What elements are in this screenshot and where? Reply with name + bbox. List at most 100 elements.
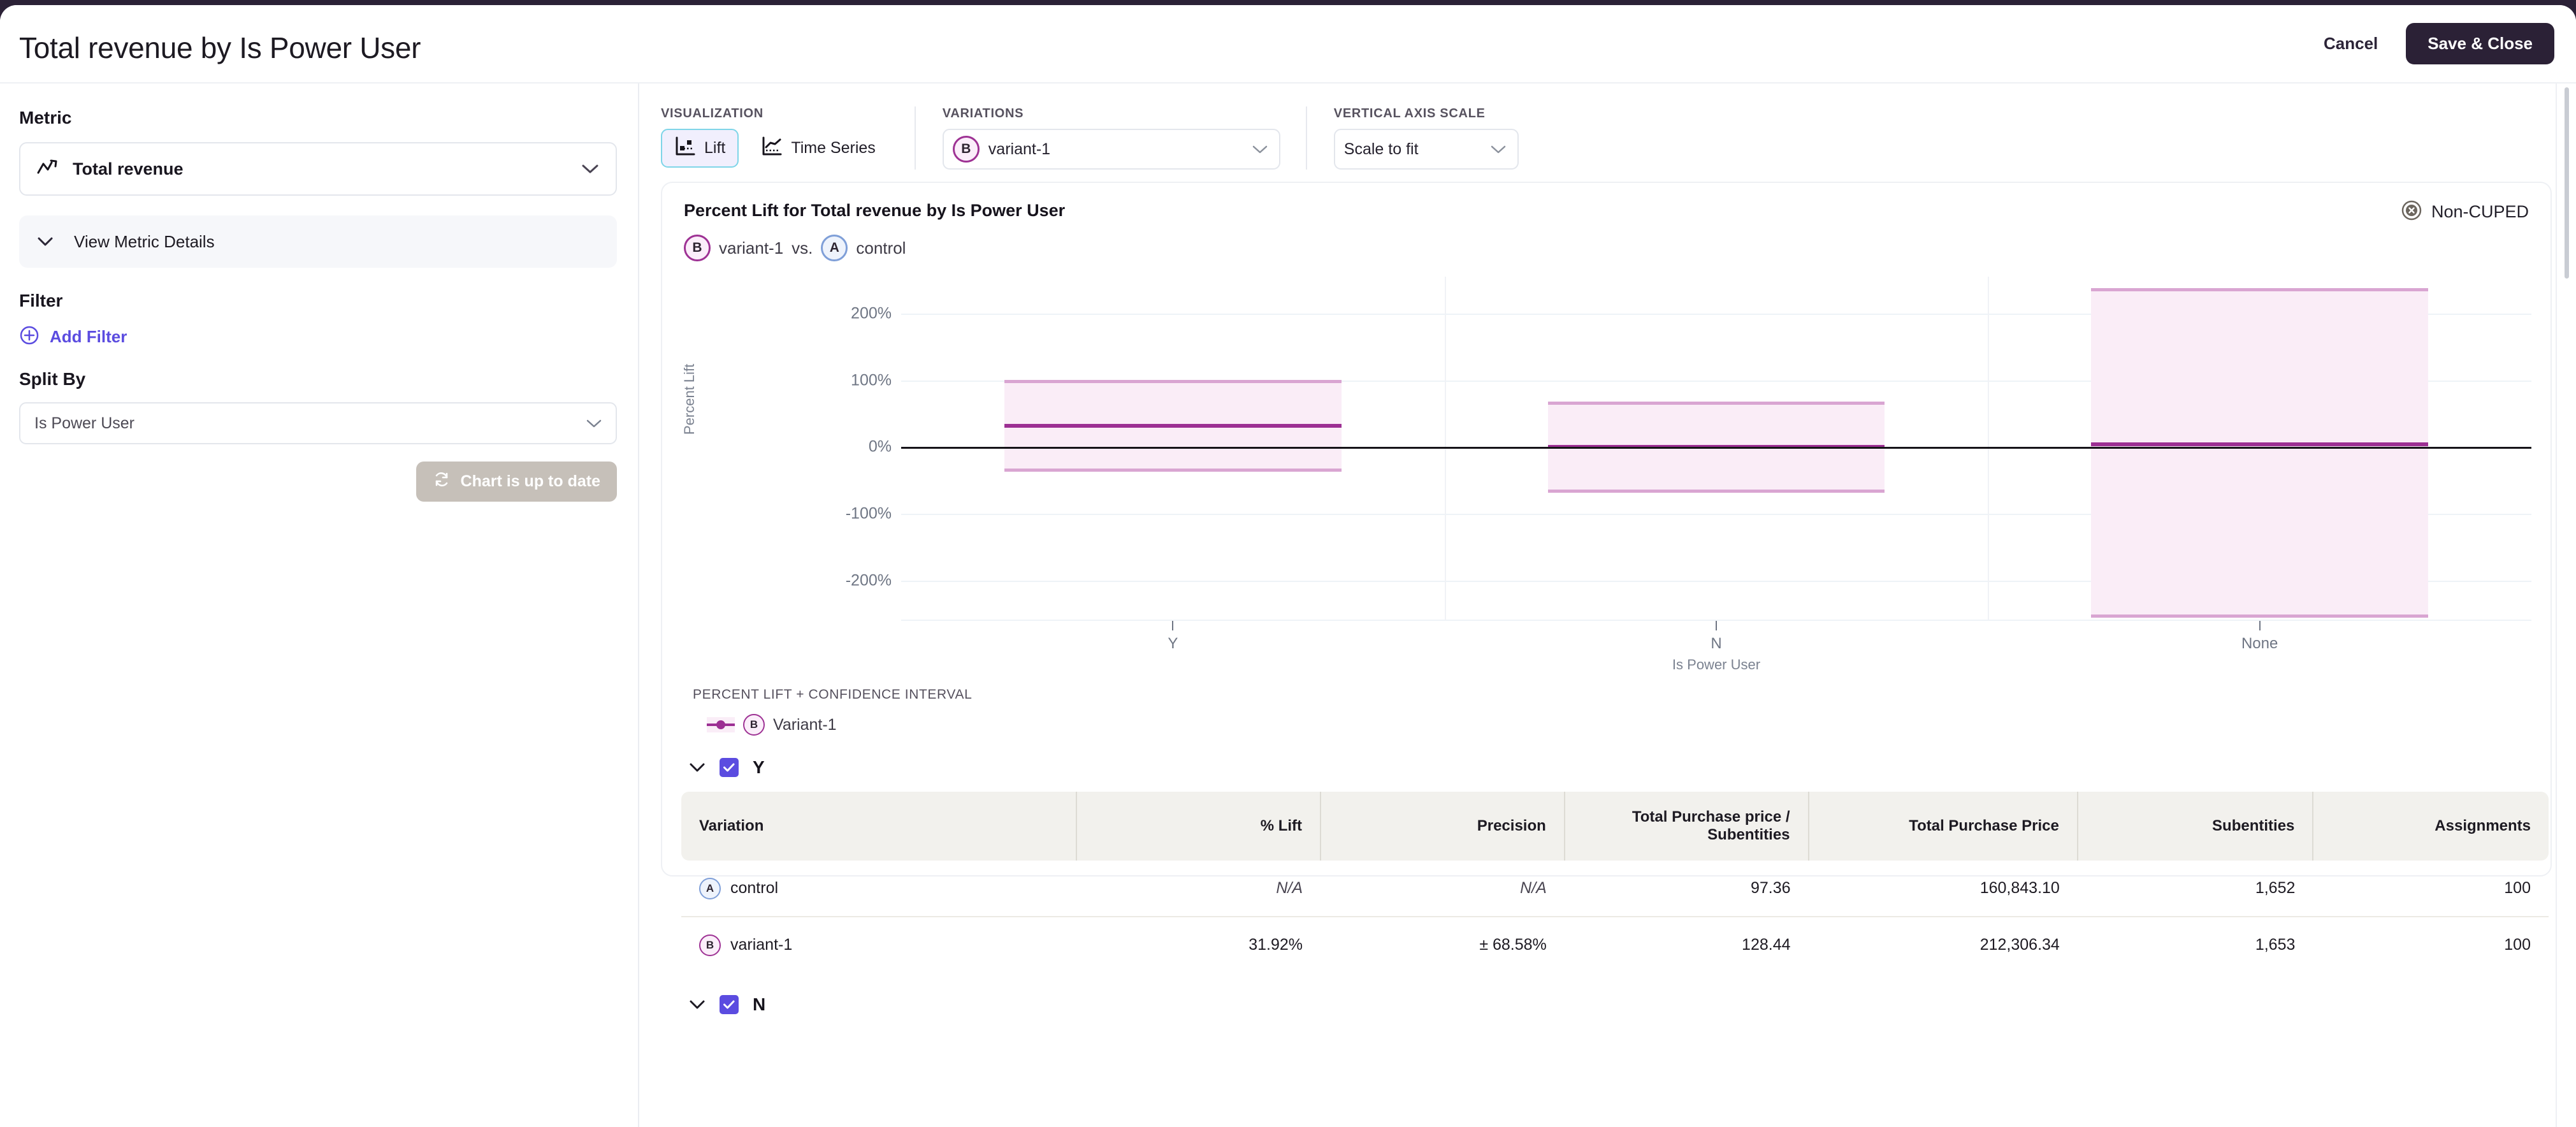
top-bar: Total revenue by Is Power User Cancel Sa…	[0, 5, 2576, 84]
metric-select[interactable]: Total revenue	[19, 142, 617, 196]
save-and-close-button[interactable]: Save & Close	[2406, 23, 2554, 64]
body: Metric Total revenue View Metric Deta	[0, 84, 2576, 1127]
x-tick-mark	[1716, 621, 1717, 630]
refresh-icon	[433, 470, 451, 493]
treatment-badge: B	[684, 235, 711, 261]
split-by-heading: Split By	[19, 369, 617, 389]
cancel-button[interactable]: Cancel	[2317, 25, 2384, 62]
table-row: B variant-1 31.92% ± 68.58% 128.44 212,3…	[681, 917, 2549, 973]
vertical-axis-scale-group: VERTICAL AXIS SCALE Scale to fit	[1306, 106, 1544, 170]
chart-up-to-date-label: Chart is up to date	[461, 472, 600, 491]
column-pct-lift: % Lift	[1076, 792, 1321, 861]
mean-lift-line	[1004, 424, 1342, 428]
cell-variation: A control	[681, 861, 1076, 917]
vertical-scrollbar[interactable]	[2563, 84, 2570, 1127]
chevron-down-icon	[1491, 145, 1506, 154]
x-axis-title: Is Power User	[901, 657, 2531, 673]
y-axis-ticks: 200%100%0%-100%-200%	[681, 277, 892, 621]
table-header-row: Variation % Lift Precision Total Purchas…	[681, 792, 2549, 861]
y-tick-label: 0%	[764, 438, 892, 456]
control-badge: A	[821, 235, 848, 261]
config-sidebar: Metric Total revenue View Metric Deta	[0, 84, 639, 1127]
cuped-status-label: Non-CUPED	[2431, 202, 2529, 222]
add-filter-label: Add Filter	[50, 327, 127, 347]
legend-item-label: Variant-1	[773, 716, 837, 734]
vertical-axis-scale-value: Scale to fit	[1344, 140, 1491, 159]
group-checkbox-n[interactable]	[720, 995, 739, 1014]
vertical-axis-scale-select[interactable]: Scale to fit	[1334, 129, 1519, 170]
view-metric-details-toggle[interactable]: View Metric Details	[19, 215, 617, 268]
cell-precision: ± 68.58%	[1321, 917, 1565, 973]
group-header: Y	[689, 757, 2531, 778]
chevron-down-icon[interactable]	[689, 762, 706, 773]
treatment-label: variant-1	[719, 238, 783, 258]
plot-area	[901, 277, 2531, 621]
chevron-down-icon	[586, 419, 602, 428]
cell-ratio: 97.36	[1565, 861, 1809, 917]
lift-chart-icon	[674, 136, 696, 161]
group-name-n: N	[753, 994, 765, 1015]
lift-chart-plot: Percent Lift 200%100%0%-100%-200%	[681, 277, 2531, 621]
split-by-select[interactable]: Is Power User	[19, 402, 617, 444]
chart-legend: PERCENT LIFT + CONFIDENCE INTERVAL B Var…	[693, 687, 2531, 736]
x-axis-ticks: YNNone	[901, 621, 2531, 659]
metric-heading: Metric	[19, 108, 617, 128]
cuped-status-badge: Non-CUPED	[2401, 200, 2529, 224]
top-bar-actions: Cancel Save & Close	[2317, 23, 2554, 64]
x-tick-mark	[1172, 621, 1173, 630]
group-checkbox-y[interactable]	[720, 758, 739, 777]
x-tick-label: None	[2241, 635, 2278, 653]
row-badge-b: B	[699, 934, 721, 956]
legend-title: PERCENT LIFT + CONFIDENCE INTERVAL	[693, 687, 2531, 702]
chart-up-to-date-button[interactable]: Chart is up to date	[416, 462, 617, 502]
chevron-down-icon	[581, 163, 599, 175]
column-assignments: Assignments	[2313, 792, 2549, 861]
y-tick-label: 100%	[764, 371, 892, 389]
cell-assignments: 100	[2313, 861, 2549, 917]
vs-label: vs.	[792, 238, 813, 258]
visualization-label: VISUALIZATION	[661, 106, 889, 121]
row-variation-label: control	[730, 879, 778, 898]
y-tick-label: -200%	[764, 572, 892, 590]
viz-option-lift[interactable]: Lift	[661, 129, 739, 168]
editor-window: Total revenue by Is Power User Cancel Sa…	[0, 5, 2576, 1127]
table-row: A control N/A N/A 97.36 160,843.10 1,652…	[681, 861, 2549, 917]
cell-ratio: 128.44	[1565, 917, 1809, 973]
column-subentities: Subentities	[2078, 792, 2313, 861]
add-filter-button[interactable]: Add Filter	[19, 325, 127, 349]
chevron-down-icon	[37, 236, 54, 247]
mean-lift-line	[2091, 442, 2428, 446]
viz-option-lift-label: Lift	[704, 139, 725, 157]
x-tick-label: N	[1711, 635, 1721, 653]
legend-item[interactable]: B Variant-1	[707, 714, 2531, 736]
chart-card: Percent Lift for Total revenue by Is Pow…	[661, 182, 2552, 876]
x-tick-mark	[2259, 621, 2261, 630]
chevron-down-icon[interactable]	[689, 1000, 706, 1010]
cell-pct-lift: 31.92%	[1076, 917, 1321, 973]
variations-label: VARIATIONS	[943, 106, 1280, 121]
refresh-row: Chart is up to date	[19, 462, 617, 502]
chart-title: Percent Lift for Total revenue by Is Pow…	[684, 201, 2531, 221]
cell-pct-lift: N/A	[1076, 861, 1321, 917]
main-panel: VISUALIZATION Lift	[639, 84, 2576, 1127]
visualization-group: VISUALIZATION Lift	[661, 106, 915, 168]
page-title: Total revenue by Is Power User	[19, 31, 421, 65]
metric-trend-icon	[37, 159, 59, 180]
results-table-y: Variation % Lift Precision Total Purchas…	[681, 792, 2549, 973]
vertical-axis-scale-label: VERTICAL AXIS SCALE	[1334, 106, 1519, 121]
y-tick-label: 200%	[764, 304, 892, 323]
variation-badge-b: B	[953, 136, 980, 163]
viz-option-time-series[interactable]: Time Series	[748, 129, 888, 168]
cell-total-purchase-price: 160,843.10	[1809, 861, 2078, 917]
column-precision: Precision	[1321, 792, 1565, 861]
column-variation: Variation	[681, 792, 1076, 861]
scroll-divider	[2556, 84, 2557, 1127]
zero-reference-line	[901, 447, 2531, 449]
column-total-purchase-price: Total Purchase Price	[1809, 792, 2078, 861]
row-badge-a: A	[699, 878, 721, 899]
cell-precision: N/A	[1321, 861, 1565, 917]
scrollbar-thumb[interactable]	[2565, 87, 2569, 279]
variations-select[interactable]: B variant-1	[943, 129, 1280, 170]
variations-value: variant-1	[988, 140, 1252, 159]
legend-marker-icon	[707, 717, 735, 732]
